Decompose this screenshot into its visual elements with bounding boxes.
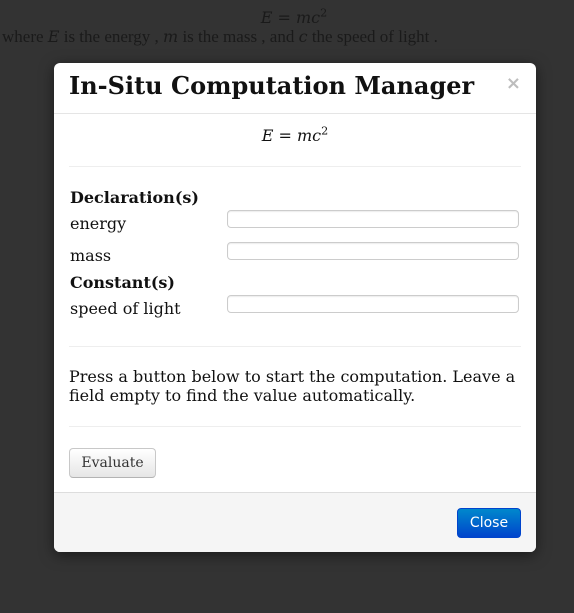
sentence-var-e: E [47,27,60,46]
formula-equals: = [277,8,291,27]
close-icon[interactable]: × [506,73,521,94]
instructions-text: Press a button below to start the comput… [69,367,516,405]
declarations-heading: Declaration(s) [70,188,199,207]
formula-equals: = [278,126,292,145]
computation-dialog: In-Situ Computation Manager × E = mc2 De… [54,63,536,552]
dialog-footer: Close [54,492,536,552]
sentence-desc-mass: is the mass , and [182,27,295,46]
divider [69,426,521,427]
sentence-where: where [2,27,44,46]
sentence-var-m: m [163,27,179,46]
dialog-formula: E = mc2 [54,124,536,145]
close-button[interactable]: Close [457,508,521,538]
formula-lhs: E [260,8,273,27]
sentence-desc-light: the speed of light . [311,27,438,46]
background-sentence: where E is the energy , m is the mass , … [2,27,438,47]
speed-of-light-label: speed of light [70,299,181,318]
formula-rhs: mc [297,126,322,145]
divider [69,166,521,167]
speed-of-light-input[interactable] [227,295,519,313]
mass-label: mass [70,246,112,265]
formula-exponent: 2 [320,6,328,20]
formula-rhs: mc [296,8,321,27]
mass-input[interactable] [227,242,519,260]
evaluate-button[interactable]: Evaluate [69,448,156,478]
formula-exponent: 2 [321,124,329,138]
dialog-title: In-Situ Computation Manager [69,71,475,100]
energy-input[interactable] [227,210,519,228]
background-formula: E = mc2 [0,6,574,27]
formula-lhs: E [261,126,274,145]
sentence-desc-energy: is the energy , [63,27,159,46]
divider [69,346,521,347]
constants-heading: Constant(s) [70,273,175,292]
dialog-header: In-Situ Computation Manager × [54,63,536,114]
energy-label: energy [70,214,127,233]
sentence-var-c: c [298,27,308,46]
